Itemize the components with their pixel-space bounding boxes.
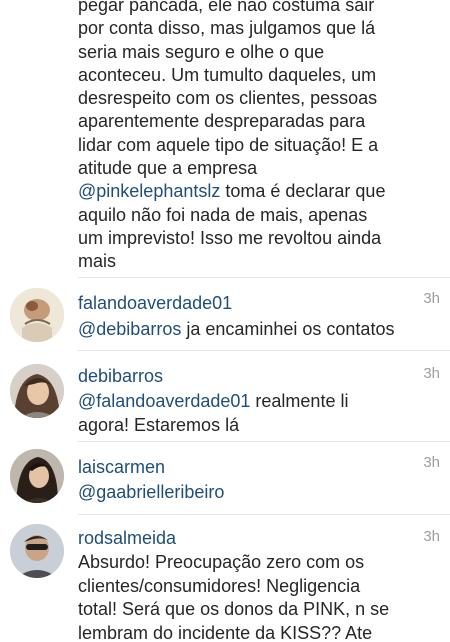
- mention-link[interactable]: @debibarros: [78, 319, 181, 339]
- avatar-photo-icon[interactable]: [10, 364, 64, 418]
- comment-username[interactable]: debibarros: [78, 366, 163, 387]
- comment-text-line: clientes/consumidores! Negligencia: [78, 575, 361, 596]
- caption-line: pegar pancada, ele não costuma sair: [78, 0, 375, 15]
- caption-text: pegar pancada, ele não costuma sair por …: [78, 0, 438, 274]
- comment-username[interactable]: falandoaverdade01: [78, 293, 232, 314]
- comment-text: @debibarros ja encaminhei os contatos: [78, 318, 438, 342]
- comment-text: @falandoaverdade01 realmente li agora! E…: [78, 390, 438, 437]
- comment-time: 3h: [423, 290, 440, 307]
- avatar-photo-icon[interactable]: [10, 449, 64, 503]
- comment-time: 3h: [423, 454, 440, 471]
- mention-link[interactable]: @pinkelephantslz: [78, 181, 220, 201]
- divider: [78, 277, 450, 278]
- caption-line: aquilo não foi nada de mais, apenas: [78, 204, 368, 225]
- divider: [78, 514, 450, 515]
- comment-text-line: lembram do incidente da KISS?? Ate: [78, 622, 373, 642]
- mention-link[interactable]: @falandoaverdade01: [78, 391, 250, 411]
- comment-username[interactable]: laiscarmen: [78, 457, 165, 478]
- comment-text: Absurdo! Preocupação zero com os cliente…: [78, 551, 438, 642]
- comment-text: @gaabrielleribeiro: [78, 481, 438, 505]
- caption-line: seria mais seguro e olhe o que: [78, 41, 325, 62]
- comment-text-line: total! Será que os donos da PINK, n se: [78, 599, 390, 619]
- caption-line: desrespeito com os clientes, pessoas: [78, 88, 378, 109]
- comment-time: 3h: [423, 365, 440, 382]
- caption-line: aparentemente despreparadas para: [78, 111, 366, 132]
- comment-text-fragment: ja encaminhei os contatos: [181, 319, 395, 339]
- comment-username[interactable]: rodsalmeida: [78, 528, 176, 549]
- caption-line: lidar com aquele tipo de situação! E a: [78, 134, 379, 155]
- caption-line: aconteceu. Um tumulto daqueles, um: [78, 64, 377, 85]
- divider: [78, 441, 450, 442]
- avatar-photo-icon[interactable]: [10, 524, 64, 578]
- caption-line: atitude que a empresa: [78, 158, 258, 179]
- comment-text-fragment: realmente li: [250, 391, 349, 411]
- caption-line: mais: [78, 251, 117, 272]
- comment-text-line: agora! Estaremos lá: [78, 414, 240, 435]
- comment-text-line: Absurdo! Preocupação zero com os: [78, 552, 365, 572]
- caption-text-fragment: toma é declarar que: [220, 181, 386, 202]
- mention-link[interactable]: @gaabrielleribeiro: [78, 482, 224, 502]
- caption-line: um imprevisto! Isso me revoltou ainda: [78, 227, 382, 248]
- caption-line: por conta disso, mas julgamos que lá: [78, 18, 376, 39]
- caption-line: @pinkelephantslz toma é declarar que: [78, 180, 438, 203]
- avatar-photo-icon[interactable]: [10, 288, 64, 342]
- comment-time: 3h: [423, 528, 440, 545]
- divider: [78, 350, 450, 351]
- instagram-comments-screen: pegar pancada, ele não costuma sair por …: [0, 0, 450, 642]
